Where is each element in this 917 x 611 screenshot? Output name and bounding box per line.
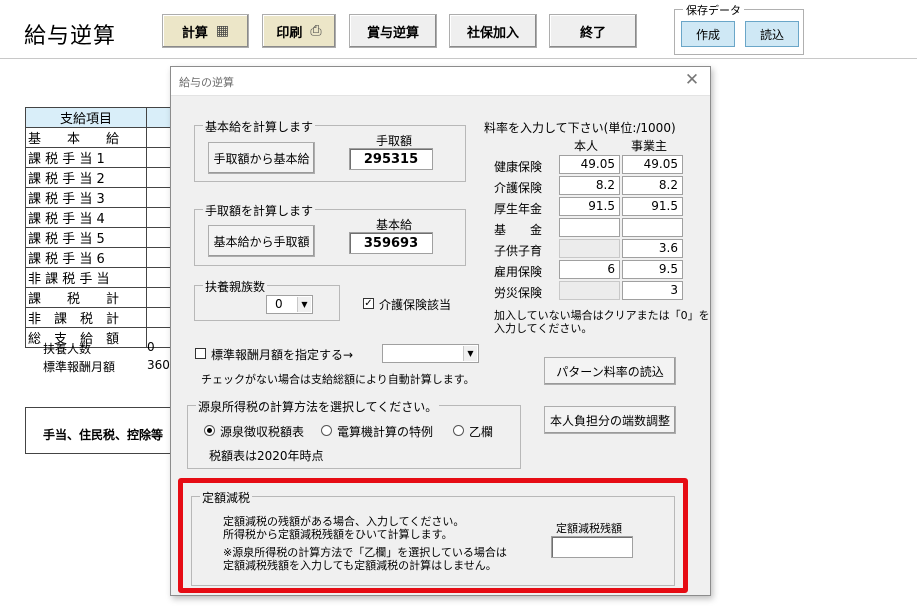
std-monthly-checkbox[interactable]: [195, 348, 206, 359]
std-monthly-select[interactable]: ▼: [382, 344, 479, 363]
rate-self-fund[interactable]: [559, 218, 620, 237]
rate-label-workers-comp: 労災保険: [494, 286, 543, 300]
rate-self-childcare: [559, 239, 620, 258]
bonus-reverse-button[interactable]: 賞与逆算: [349, 14, 437, 48]
rate-employer-employment[interactable]: 9.5: [622, 260, 683, 279]
rate-employer-health[interactable]: 49.05: [622, 155, 683, 174]
top-divider: [0, 58, 917, 59]
rate-employer-fund[interactable]: [622, 218, 683, 237]
base-to-net-button[interactable]: 基本給から手取額: [208, 225, 315, 257]
auto-calc-note: チェックがない場合は支給総額により自動計算します。: [201, 373, 475, 386]
radio-computer-method-label: 電算機計算の特例: [337, 425, 434, 439]
care-insurance-label: 介護保険該当: [379, 298, 452, 312]
close-icon[interactable]: ✕: [682, 70, 702, 90]
dependents-label: 扶養親族数: [203, 278, 268, 295]
pay-item-row: 課 税 手 当 4: [25, 207, 147, 228]
dialog-title: 給与の逆算: [179, 76, 234, 89]
rate-employer-care[interactable]: 8.2: [622, 176, 683, 195]
rate-label-care: 介護保険: [494, 181, 543, 195]
chevron-down-icon: ▼: [463, 346, 477, 361]
radio-otsu-method[interactable]: [453, 425, 464, 436]
rate-employer-workers-comp[interactable]: 3: [622, 281, 683, 300]
save-data-group: 保存データ 作成 読込: [674, 2, 804, 55]
rate-label-childcare: 子供子育: [494, 244, 543, 258]
pay-item-row: 課 税 手 当 5: [25, 227, 147, 248]
radio-table-method[interactable]: [204, 425, 215, 436]
care-insurance-checkbox[interactable]: ✓: [363, 298, 374, 309]
dialog-titlebar: 給与の逆算 ✕: [171, 67, 710, 96]
print-button[interactable]: 印刷 ⎙: [262, 14, 336, 48]
chevron-down-icon: ▼: [297, 297, 311, 312]
dependents-stat: 扶養人数 0: [43, 340, 155, 357]
rate-self-health[interactable]: 49.05: [559, 155, 620, 174]
rate-employer-childcare[interactable]: 3.6: [622, 239, 683, 258]
highlight-annotation: [178, 478, 688, 593]
rates-col-self: 本人: [574, 139, 599, 153]
pay-item-row: 非 課 税 計: [25, 307, 147, 328]
rate-employer-pension[interactable]: 91.5: [622, 197, 683, 216]
pay-items-table: 支給項目 基 本 給 課 税 手 当 1 課 税 手 当 2 課 税 手 当 3…: [25, 107, 175, 348]
rate-self-employment[interactable]: 6: [559, 260, 620, 279]
tax-table-note: 税額表は2020年時点: [209, 449, 324, 463]
radio-table-method-label: 源泉徴収税額表: [220, 425, 305, 439]
dependents-select[interactable]: 0 ▼: [266, 295, 313, 314]
std-monthly-label: 標準報酬月額を指定する→: [211, 348, 354, 362]
base-calc-label: 基本給を計算します: [203, 118, 316, 135]
social-insurance-button[interactable]: 社保加入: [449, 14, 537, 48]
rate-self-care[interactable]: 8.2: [559, 176, 620, 195]
read-button[interactable]: 読込: [745, 21, 799, 47]
pay-item-row: 課 税 手 当 1: [25, 147, 147, 168]
base-salary-field[interactable]: 359693: [349, 232, 433, 254]
base-salary-label: 基本給: [376, 218, 413, 232]
calculator-icon: ▦: [215, 23, 230, 39]
calc-button-label: 計算: [181, 25, 208, 41]
reverse-pay-dialog: 給与の逆算 ✕ 基本給を計算します 手取額から基本給 手取額 295315 手取…: [170, 66, 711, 596]
printer-icon: ⎙: [310, 23, 322, 39]
dependents-select-value: 0: [275, 297, 283, 311]
rounding-adjust-button[interactable]: 本人負担分の端数調整: [544, 406, 676, 434]
pay-item-row: 課 税 計: [25, 287, 147, 308]
pay-items-header: 支給項目: [25, 107, 147, 128]
rate-label-health: 健康保険: [494, 160, 543, 174]
pay-item-row: 課 税 手 当 3: [25, 187, 147, 208]
rates-title: 料率を入力して下さい(単位:/1000): [484, 121, 676, 135]
net-amount-label: 手取額: [376, 134, 413, 148]
pay-item-row: 非 課 税 手 当: [25, 267, 147, 288]
rate-self-workers-comp: [559, 281, 620, 300]
pattern-rate-button[interactable]: パターン料率の読込: [544, 357, 676, 385]
radio-computer-method[interactable]: [321, 425, 332, 436]
radio-otsu-method-label: 乙欄: [469, 425, 494, 439]
rate-label-pension: 厚生年金: [494, 202, 543, 216]
exit-button[interactable]: 終了: [549, 14, 637, 48]
net-amount-field[interactable]: 295315: [349, 148, 433, 170]
rate-label-fund: 基 金: [494, 223, 543, 237]
dependents-stat-value: 0: [147, 340, 155, 354]
rates-col-employer: 事業主: [631, 139, 668, 153]
dependents-stat-label: 扶養人数: [43, 342, 92, 356]
withholding-label: 源泉所得税の計算方法を選択してください。: [196, 398, 440, 415]
allowance-note-box: 手当、住民税、控除等: [25, 407, 185, 454]
net-to-base-button[interactable]: 手取額から基本給: [208, 142, 315, 174]
calc-button[interactable]: 計算 ▦: [162, 14, 249, 48]
pay-item-row: 基 本 給: [25, 127, 147, 148]
save-data-label: 保存データ: [683, 2, 744, 18]
create-button[interactable]: 作成: [681, 21, 735, 47]
rate-self-pension[interactable]: 91.5: [559, 197, 620, 216]
rate-label-employment: 雇用保険: [494, 265, 543, 279]
rates-note-line2: 入力してください。: [494, 322, 593, 335]
std-monthly-stat: 標準報酬月額 360,: [43, 358, 174, 375]
print-button-label: 印刷: [276, 25, 303, 41]
app-title: 給与逆算: [24, 24, 117, 49]
net-calc-label: 手取額を計算します: [203, 202, 316, 219]
pay-item-row: 課 税 手 当 6: [25, 247, 147, 268]
std-monthly-stat-label: 標準報酬月額: [43, 360, 116, 374]
pay-item-row: 課 税 手 当 2: [25, 167, 147, 188]
